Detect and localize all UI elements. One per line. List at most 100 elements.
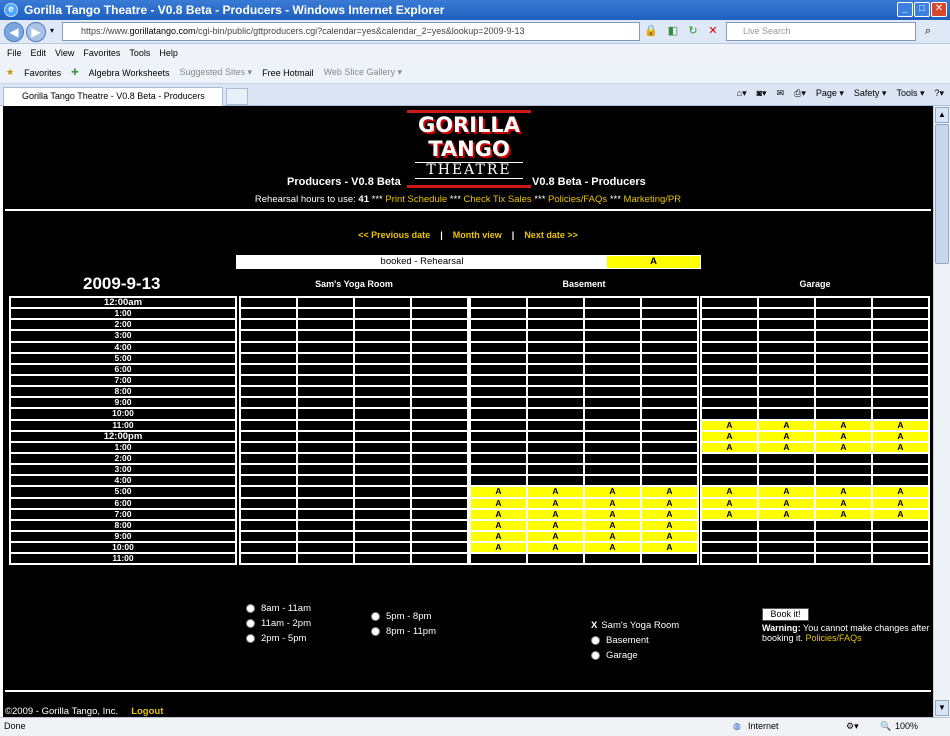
radio-2pm-5pm[interactable]: [246, 634, 255, 643]
page-menu[interactable]: Page ▾: [816, 88, 844, 99]
search-input[interactable]: Live Search: [726, 22, 916, 41]
check-tix-sales-link[interactable]: Check Tix Sales: [464, 194, 532, 205]
fav-suggested-sites[interactable]: Suggested Sites ▾: [180, 67, 253, 78]
slot-row: [470, 374, 698, 387]
feeds-icon[interactable]: ◙▾: [757, 88, 767, 99]
marketing-pr-link[interactable]: Marketing/PR: [624, 194, 682, 205]
menu-favorites[interactable]: Favorites: [83, 48, 120, 58]
slot-row: [240, 486, 468, 498]
slot-row: AAAA: [470, 508, 698, 520]
stop-icon[interactable]: ✕: [705, 23, 721, 39]
fav-algebra-worksheets[interactable]: Algebra Worksheets: [89, 68, 170, 78]
time-label: 3:00: [10, 464, 236, 476]
menu-help[interactable]: Help: [159, 48, 178, 58]
previous-date-link[interactable]: << Previous date: [358, 230, 430, 240]
home-icon[interactable]: ⌂▾: [737, 88, 747, 99]
empty-slot: [584, 397, 641, 409]
slot-row: [240, 464, 468, 476]
vertical-scrollbar[interactable]: ▲ ▼: [933, 106, 950, 717]
warning-policies-link[interactable]: Policies/FAQs: [806, 633, 862, 643]
safety-menu[interactable]: Safety ▾: [854, 88, 887, 99]
menu-tools[interactable]: Tools: [129, 48, 150, 58]
fav-free-hotmail[interactable]: Free Hotmail: [262, 68, 314, 78]
slot-row: [701, 386, 929, 398]
zoom-level[interactable]: 100%: [895, 721, 918, 731]
radio-11am-2pm[interactable]: [246, 619, 255, 628]
empty-slot: [527, 430, 584, 442]
radio-8am-11am[interactable]: [246, 604, 255, 613]
next-date-link[interactable]: Next date >>: [524, 230, 578, 240]
booked-slot: A: [815, 508, 872, 520]
empty-slot: [411, 308, 468, 320]
add-favorite-icon[interactable]: ✚: [71, 67, 79, 78]
time-label: 1:00: [10, 441, 236, 453]
slot-row: [470, 330, 698, 342]
empty-slot: [527, 452, 584, 465]
slot-row: AAAA: [701, 419, 929, 431]
minimize-button[interactable]: _: [897, 2, 913, 17]
menu-file[interactable]: File: [7, 48, 22, 58]
empty-slot: [240, 352, 297, 364]
print-schedule-link[interactable]: Print Schedule: [385, 194, 447, 205]
radio-8pm-11pm[interactable]: [371, 627, 380, 636]
empty-slot: [527, 397, 584, 409]
lock-icon[interactable]: 🔒: [643, 23, 659, 39]
time-row: 1:00: [10, 441, 236, 453]
empty-slot: [354, 341, 411, 353]
slot-row: AAAA: [470, 497, 698, 509]
empty-slot: [354, 530, 411, 543]
protected-mode-icon[interactable]: ⚙▾: [846, 721, 859, 732]
scroll-thumb[interactable]: [935, 124, 949, 264]
empty-slot: [297, 341, 354, 353]
empty-slot: [354, 542, 411, 554]
radio-basement[interactable]: [591, 636, 600, 645]
url-input[interactable]: https://www.gorillatango.com/cgi-bin/pub…: [62, 22, 640, 41]
empty-slot: [758, 408, 815, 420]
book-it-button[interactable]: Book it!: [762, 608, 809, 621]
empty-slot: [758, 530, 815, 543]
mail-icon[interactable]: ✉: [777, 88, 785, 99]
divider: [5, 690, 931, 692]
policies-faqs-link[interactable]: Policies/FAQs: [548, 194, 607, 205]
radio-garage[interactable]: [591, 651, 600, 660]
time-label: 10:00: [10, 542, 236, 554]
compat-icon[interactable]: ◧: [665, 23, 681, 39]
refresh-icon[interactable]: ↻: [685, 23, 701, 39]
empty-slot: [240, 419, 297, 431]
history-dropdown-icon[interactable]: ▾: [44, 23, 60, 39]
radio-5pm-8pm[interactable]: [371, 612, 380, 621]
empty-slot: [872, 386, 929, 398]
empty-slot: [470, 308, 527, 320]
empty-slot: [297, 542, 354, 554]
close-button[interactable]: ✕: [931, 2, 947, 17]
separator: ***: [371, 194, 383, 205]
tab-current[interactable]: Gorilla Tango Theatre - V0.8 Beta - Prod…: [3, 87, 223, 106]
logout-link[interactable]: Logout: [131, 706, 163, 717]
fav-web-slice-gallery[interactable]: Web Slice Gallery ▾: [324, 67, 402, 78]
empty-slot: [758, 363, 815, 375]
empty-slot: [354, 475, 411, 487]
menu-view[interactable]: View: [55, 48, 74, 58]
back-icon[interactable]: ◀: [4, 22, 24, 42]
empty-slot: [584, 419, 641, 431]
forward-icon[interactable]: ▶: [26, 22, 46, 42]
month-view-link[interactable]: Month view: [453, 230, 502, 240]
print-icon[interactable]: ⎙▾: [794, 88, 806, 99]
favorites-button[interactable]: Favorites: [24, 68, 61, 78]
help-icon[interactable]: ?▾: [934, 88, 944, 99]
maximize-button[interactable]: □: [914, 2, 930, 17]
empty-slot: [701, 530, 758, 543]
empty-slot: [411, 441, 468, 453]
scroll-up-icon[interactable]: ▲: [935, 107, 949, 123]
scroll-down-icon[interactable]: ▼: [935, 700, 949, 716]
booked-slot: A: [872, 430, 929, 442]
menu-edit[interactable]: Edit: [31, 48, 47, 58]
empty-slot: [470, 419, 527, 431]
zoom-icon[interactable]: 🔍: [880, 721, 891, 732]
booked-slot: A: [701, 497, 758, 509]
new-tab-button[interactable]: [226, 88, 248, 105]
empty-slot: [527, 464, 584, 476]
tools-menu[interactable]: Tools ▾: [896, 88, 924, 99]
search-icon[interactable]: ⌕: [920, 23, 936, 39]
empty-slot: [584, 363, 641, 375]
